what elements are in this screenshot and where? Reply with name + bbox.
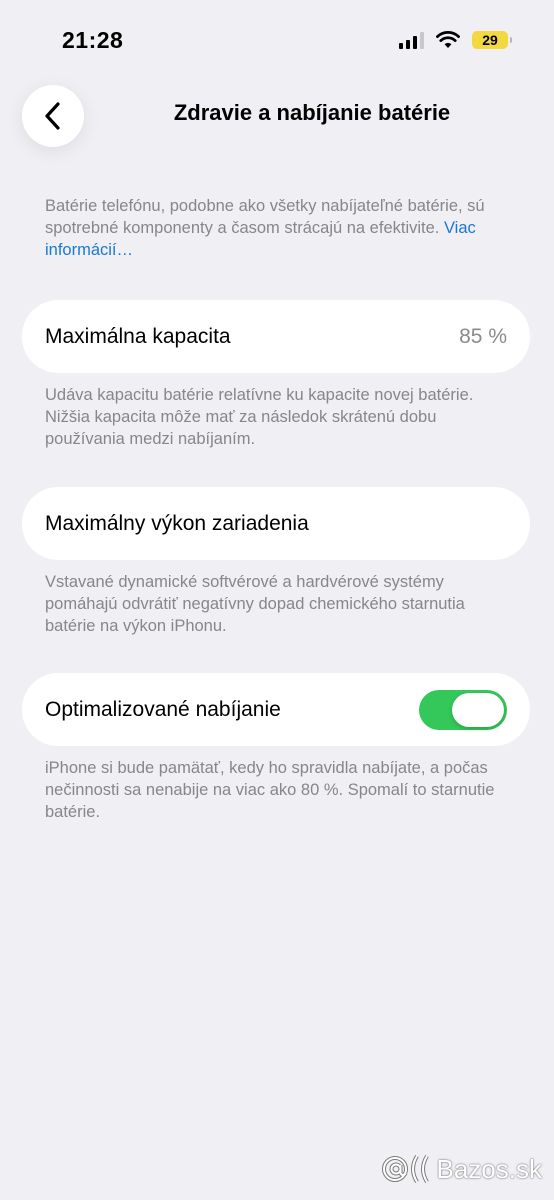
toggle-knob xyxy=(452,692,504,727)
battery-level: 29 xyxy=(482,32,498,48)
back-button[interactable] xyxy=(22,85,84,147)
watermark-logo-icon xyxy=(381,1154,429,1184)
watermark: Bazos.sk xyxy=(379,1152,543,1186)
watermark-text: Bazos.sk xyxy=(436,1153,543,1184)
peak-performance-label: Maximálny výkon zariadenia xyxy=(45,511,309,535)
wifi-icon xyxy=(436,31,460,48)
optimized-charging-row: Optimalizované nabíjanie xyxy=(22,673,530,746)
status-icons: 29 xyxy=(399,31,512,49)
optimized-charging-footnote: iPhone si bude pamätať, kedy ho spravidl… xyxy=(45,759,495,821)
max-capacity-value: 85 % xyxy=(459,324,507,348)
optimized-charging-toggle[interactable] xyxy=(419,689,507,730)
max-capacity-row: Maximálna kapacita 85 % xyxy=(22,300,530,373)
battery-icon: 29 xyxy=(472,31,512,49)
peak-performance-footnote: Vstavané dynamické softvérové a hardvéro… xyxy=(45,573,465,635)
max-capacity-label: Maximálna kapacita xyxy=(45,324,231,348)
status-time: 21:28 xyxy=(62,27,124,53)
cellular-signal-icon xyxy=(399,31,424,49)
intro-description: Batérie telefónu, podobne ako všetky nab… xyxy=(45,197,485,237)
status-bar: 21:28 29 xyxy=(0,0,554,80)
intro-text: Batérie telefónu, podobne ako všetky nab… xyxy=(45,195,515,261)
max-capacity-footnote: Udáva kapacitu batérie relatívne ku kapa… xyxy=(45,386,474,448)
peak-performance-row: Maximálny výkon zariadenia xyxy=(22,487,530,560)
page-title: Zdravie a nabíjanie batérie xyxy=(173,100,451,125)
optimized-charging-label: Optimalizované nabíjanie xyxy=(45,697,281,721)
chevron-left-icon xyxy=(45,102,60,130)
